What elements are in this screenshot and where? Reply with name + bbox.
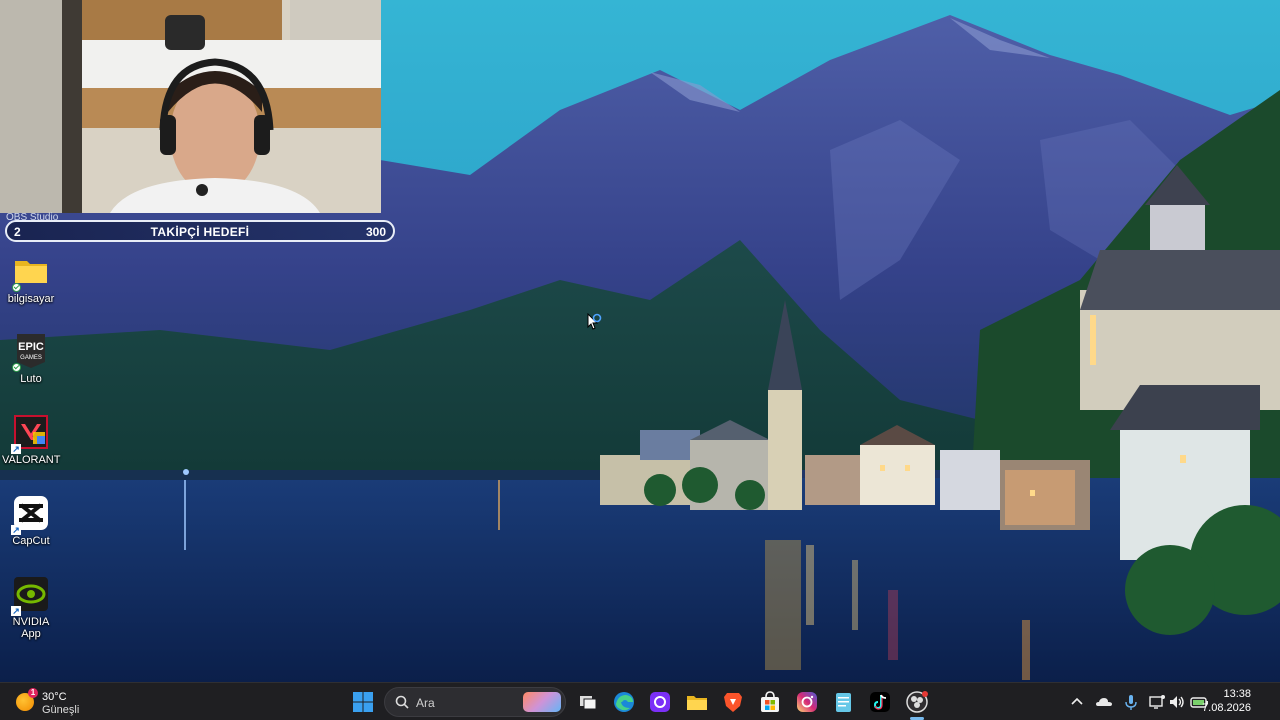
desktop-icon-valorant[interactable]: ↗ VALORANT — [2, 414, 60, 466]
chevron-up-icon — [1071, 697, 1083, 705]
goal-title: TAKİPÇİ HEDEFİ — [150, 225, 250, 239]
desktop-icon-label: CapCut — [12, 535, 50, 547]
task-view-icon — [580, 696, 597, 710]
taskbar-app-edge[interactable] — [611, 689, 637, 715]
show-hidden-icons-button[interactable] — [1068, 693, 1086, 711]
taskbar-app-tiktok[interactable] — [867, 689, 893, 715]
microphone-button[interactable] — [1122, 693, 1140, 711]
obs-icon — [906, 691, 928, 713]
task-view-button[interactable] — [575, 689, 601, 715]
instagram-icon — [797, 692, 817, 712]
onedrive-icon — [1096, 698, 1112, 706]
taskbar-app-instagram[interactable] — [794, 689, 820, 715]
svg-text:EPIC: EPIC — [18, 341, 44, 353]
desktop-icon-nvidia-app[interactable]: ↗ NVIDIA App — [2, 576, 60, 640]
busy-cursor-icon — [587, 312, 603, 336]
file-explorer-icon — [687, 696, 707, 710]
search-placeholder: Ara — [416, 696, 435, 710]
desktop-icon-bilgisayar[interactable]: bilgisayar — [2, 253, 60, 305]
taskbar-app-microsoft-store[interactable] — [757, 689, 783, 715]
start-button[interactable] — [350, 689, 376, 715]
weather-alert-badge: 1 — [28, 688, 38, 698]
desktop-icon-label: Luto — [20, 373, 42, 385]
webcam-overlay — [0, 0, 381, 213]
network-button[interactable] — [1148, 693, 1166, 711]
sync-status-icon — [12, 283, 21, 292]
volume-icon — [1170, 696, 1184, 708]
taskbar-app-photos[interactable] — [647, 689, 673, 715]
weather-widget[interactable]: 1 30°C Güneşli — [16, 687, 106, 717]
goal-target-count: 300 — [365, 225, 386, 239]
windows-start-icon — [353, 692, 373, 712]
weather-temperature: 30°C — [42, 691, 67, 703]
edge-icon — [614, 692, 634, 712]
taskbar-app-notepad[interactable] — [830, 689, 856, 715]
desktop-icon-capcut[interactable]: ↗ CapCut — [2, 495, 60, 547]
shortcut-arrow-icon: ↗ — [11, 525, 21, 535]
volume-button[interactable] — [1168, 693, 1186, 711]
epic-games-icon: EPIC GAMES — [12, 333, 49, 372]
weather-description: Güneşli — [42, 704, 80, 716]
brave-icon — [724, 693, 742, 712]
svg-text:GAMES: GAMES — [20, 355, 42, 361]
onedrive-button[interactable] — [1095, 693, 1113, 711]
notepad-icon — [836, 693, 851, 712]
taskbar-app-file-explorer[interactable] — [684, 689, 710, 715]
tiktok-icon — [870, 692, 890, 712]
desktop-icon-label: VALORANT — [2, 454, 61, 466]
nvidia-icon: ↗ — [11, 576, 49, 616]
desktop-icon-label: NVIDIA App — [12, 616, 50, 640]
microphone-icon — [1125, 695, 1137, 710]
clock-date[interactable]: 7.08.2026 — [1202, 702, 1251, 714]
microsoft-store-icon — [761, 691, 779, 712]
sync-status-icon — [12, 363, 21, 372]
folder-icon — [12, 253, 49, 292]
search-highlight-image — [523, 692, 561, 712]
clock-time[interactable]: 13:38 — [1223, 688, 1251, 700]
shortcut-arrow-icon: ↗ — [11, 606, 21, 616]
desktop-icon-label: bilgisayar — [7, 293, 55, 305]
valorant-icon: ↗ — [11, 414, 49, 454]
capcut-icon: ↗ — [11, 495, 49, 535]
taskbar-app-obs[interactable] — [904, 689, 930, 715]
shortcut-arrow-icon: ↗ — [11, 444, 21, 454]
taskbar-search-box[interactable]: Ara — [384, 687, 566, 717]
photo-app-icon — [650, 692, 670, 712]
follower-goal-bar: 2 TAKİPÇİ HEDEFİ 300 — [5, 220, 395, 242]
taskbar: 1 30°C Güneşli Ara 13:38 7.08.2026 — [0, 682, 1280, 720]
search-icon — [395, 695, 409, 709]
desktop-icon-epic-games[interactable]: EPIC GAMES Luto — [2, 333, 60, 385]
network-icon — [1149, 695, 1165, 709]
taskbar-app-brave[interactable] — [720, 689, 746, 715]
